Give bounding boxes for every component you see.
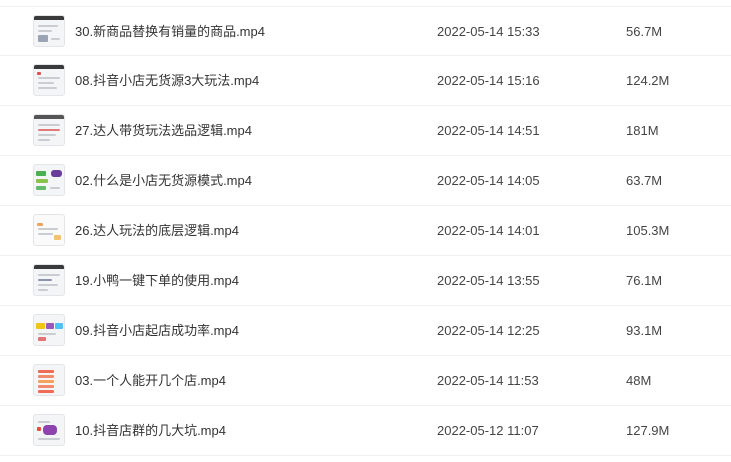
file-modified-date: 2022-05-12 11:07 (437, 423, 539, 438)
file-row[interactable]: 02.什么是小店无货源模式.mp4 2022-05-14 14:05 63.7M (0, 156, 731, 206)
file-row[interactable]: 09.抖音小店起店成功率.mp4 2022-05-14 12:25 93.1M (0, 306, 731, 356)
file-name[interactable]: 08.抖音小店无货源3大玩法.mp4 (75, 72, 259, 89)
file-modified-date: 2022-05-14 11:53 (437, 373, 539, 388)
file-size: 127.9M (626, 423, 670, 438)
video-thumbnail-icon[interactable] (33, 114, 65, 146)
file-row[interactable]: 10.抖音店群的几大坑.mp4 2022-05-12 11:07 127.9M (0, 406, 731, 456)
file-size: 76.1M (626, 273, 663, 288)
video-thumbnail-icon[interactable] (33, 64, 65, 96)
file-name[interactable]: 30.新商品替换有销量的商品.mp4 (75, 23, 265, 40)
file-size: 93.1M (626, 323, 663, 338)
file-size: 105.3M (626, 223, 670, 238)
file-row[interactable]: 30.新商品替换有销量的商品.mp4 2022-05-14 15:33 56.7… (0, 6, 731, 56)
video-thumbnail-icon[interactable] (33, 15, 65, 47)
file-modified-date: 2022-05-14 14:01 (437, 223, 540, 238)
file-row[interactable]: 03.一个人能开几个店.mp4 2022-05-14 11:53 48M (0, 356, 731, 406)
file-size: 124.2M (626, 73, 670, 88)
video-thumbnail-icon[interactable] (33, 314, 65, 346)
file-list: 30.新商品替换有销量的商品.mp4 2022-05-14 15:33 56.7… (0, 6, 731, 456)
file-row[interactable]: 19.小鸭一键下单的使用.mp4 2022-05-14 13:55 76.1M (0, 256, 731, 306)
video-thumbnail-icon[interactable] (33, 364, 65, 396)
video-thumbnail-icon[interactable] (33, 414, 65, 446)
video-thumbnail-icon[interactable] (33, 214, 65, 246)
file-modified-date: 2022-05-14 12:25 (437, 323, 540, 338)
file-name[interactable]: 26.达人玩法的底层逻辑.mp4 (75, 222, 239, 239)
file-name[interactable]: 10.抖音店群的几大坑.mp4 (75, 422, 226, 439)
file-name[interactable]: 02.什么是小店无货源模式.mp4 (75, 172, 252, 189)
file-modified-date: 2022-05-14 13:55 (437, 273, 540, 288)
video-thumbnail-icon[interactable] (33, 164, 65, 196)
file-name[interactable]: 27.达人带货玩法选品逻辑.mp4 (75, 122, 252, 139)
file-name[interactable]: 19.小鸭一键下单的使用.mp4 (75, 272, 239, 289)
file-modified-date: 2022-05-14 15:16 (437, 73, 540, 88)
file-row[interactable]: 27.达人带货玩法选品逻辑.mp4 2022-05-14 14:51 181M (0, 106, 731, 156)
file-row[interactable]: 26.达人玩法的底层逻辑.mp4 2022-05-14 14:01 105.3M (0, 206, 731, 256)
file-size: 56.7M (626, 24, 663, 39)
file-size: 48M (626, 373, 652, 388)
file-modified-date: 2022-05-14 15:33 (437, 24, 540, 39)
file-row[interactable]: 08.抖音小店无货源3大玩法.mp4 2022-05-14 15:16 124.… (0, 56, 731, 106)
file-modified-date: 2022-05-14 14:51 (437, 123, 540, 138)
file-name[interactable]: 03.一个人能开几个店.mp4 (75, 372, 226, 389)
file-modified-date: 2022-05-14 14:05 (437, 173, 540, 188)
video-thumbnail-icon[interactable] (33, 264, 65, 296)
file-size: 63.7M (626, 173, 663, 188)
file-size: 181M (626, 123, 659, 138)
file-name[interactable]: 09.抖音小店起店成功率.mp4 (75, 322, 239, 339)
